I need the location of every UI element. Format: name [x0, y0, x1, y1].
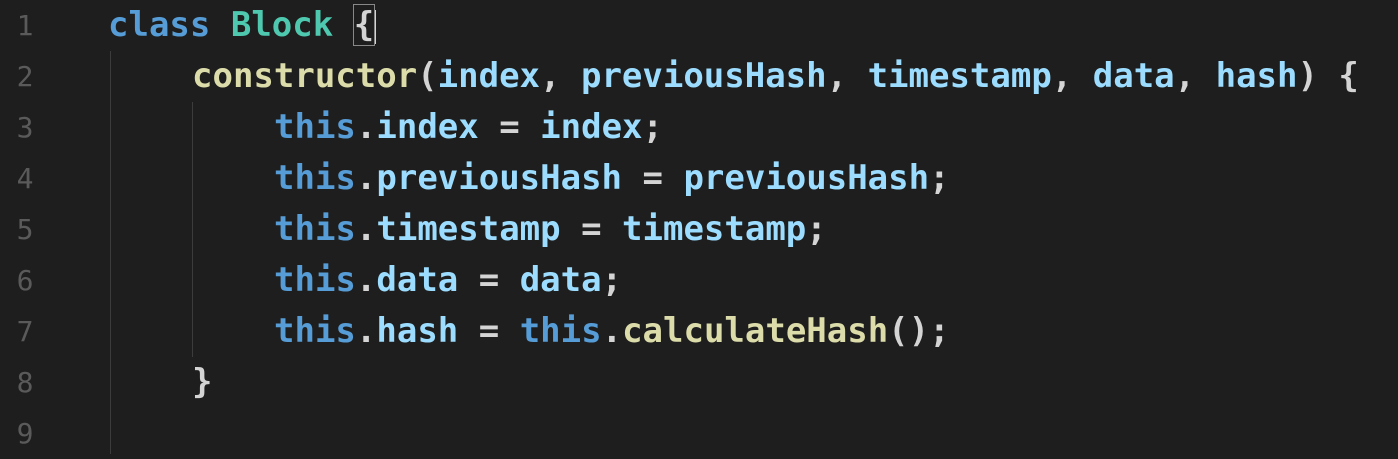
matched-brace: {: [352, 4, 376, 46]
code-token: class: [108, 5, 211, 45]
code-token: ;: [929, 158, 950, 198]
line-number-gutter: 1 2 3 4 5 6 7 8 9: [0, 0, 90, 454]
code-line[interactable]: this.timestamp = timestamp;: [274, 204, 827, 255]
code-line[interactable]: this.previousHash = previousHash;: [274, 153, 950, 204]
code-line[interactable]: this.data = data;: [274, 255, 622, 306]
line-number: 3: [16, 111, 34, 144]
line-number: 2: [16, 60, 34, 93]
code-token: constructor: [192, 56, 418, 96]
code-line[interactable]: this.hash = this.calculateHash();: [274, 306, 950, 357]
line-number: 1: [16, 9, 34, 42]
code-token: this: [274, 107, 356, 147]
line-number: 4: [16, 162, 34, 195]
code-token: ,: [540, 56, 581, 96]
code-token: .: [355, 107, 377, 147]
code-token: ,: [1174, 56, 1216, 96]
code-token: .: [355, 311, 377, 351]
code-token: ;: [601, 260, 623, 300]
code-token: this: [274, 209, 356, 249]
code-token: hash: [1215, 56, 1298, 96]
text-cursor: [374, 9, 377, 44]
code-token: timestamp: [867, 56, 1052, 96]
code-token: ,: [826, 56, 868, 96]
code-editor[interactable]: 1 2 3 4 5 6 7 8 9 class Block {construct…: [0, 0, 1398, 454]
code-line[interactable]: }: [192, 357, 212, 408]
code-token: =: [478, 107, 541, 147]
line-number: 6: [16, 264, 34, 297]
line-number: 7: [16, 315, 34, 348]
code-token: Block: [230, 5, 334, 45]
code-line[interactable]: constructor(index, previousHash, timesta…: [192, 51, 1359, 102]
code-token: this: [274, 260, 356, 300]
code-token: (: [417, 56, 438, 96]
code-token: ;: [642, 107, 663, 147]
code-token: previousHash: [376, 158, 623, 198]
code-token: this: [519, 311, 602, 351]
code-token: data: [519, 260, 602, 300]
code-token: data: [376, 260, 459, 300]
code-token: hash: [376, 311, 459, 351]
code-token: ,: [1051, 56, 1093, 96]
code-line[interactable]: class Block {: [108, 0, 377, 51]
code-token: ) {: [1297, 56, 1359, 96]
code-token: }: [192, 362, 213, 402]
code-token: ();: [888, 311, 950, 351]
indent-guide: [192, 102, 193, 357]
code-token: previousHash: [580, 56, 827, 96]
code-token: .: [355, 209, 377, 249]
code-token: index: [376, 107, 479, 147]
code-token: .: [355, 158, 377, 198]
code-token: =: [622, 158, 684, 198]
line-number: 5: [16, 213, 34, 246]
code-token: =: [458, 311, 520, 351]
code-token: index: [437, 56, 541, 96]
code-token: this: [274, 311, 356, 351]
code-token: index: [540, 107, 643, 147]
code-token: =: [458, 260, 520, 300]
code-token: .: [355, 260, 377, 300]
code-token: ;: [806, 209, 827, 249]
code-token: timestamp: [376, 209, 561, 249]
code-token: =: [560, 209, 623, 249]
code-token: timestamp: [622, 209, 807, 249]
line-number: 9: [16, 417, 34, 450]
line-number: 8: [16, 366, 34, 399]
code-token: calculateHash: [622, 311, 889, 351]
code-line[interactable]: this.index = index;: [274, 102, 663, 153]
code-token: .: [601, 311, 623, 351]
code-token: this: [274, 158, 356, 198]
indent-guide: [110, 51, 111, 454]
code-token: data: [1092, 56, 1175, 96]
code-token: previousHash: [683, 158, 930, 198]
